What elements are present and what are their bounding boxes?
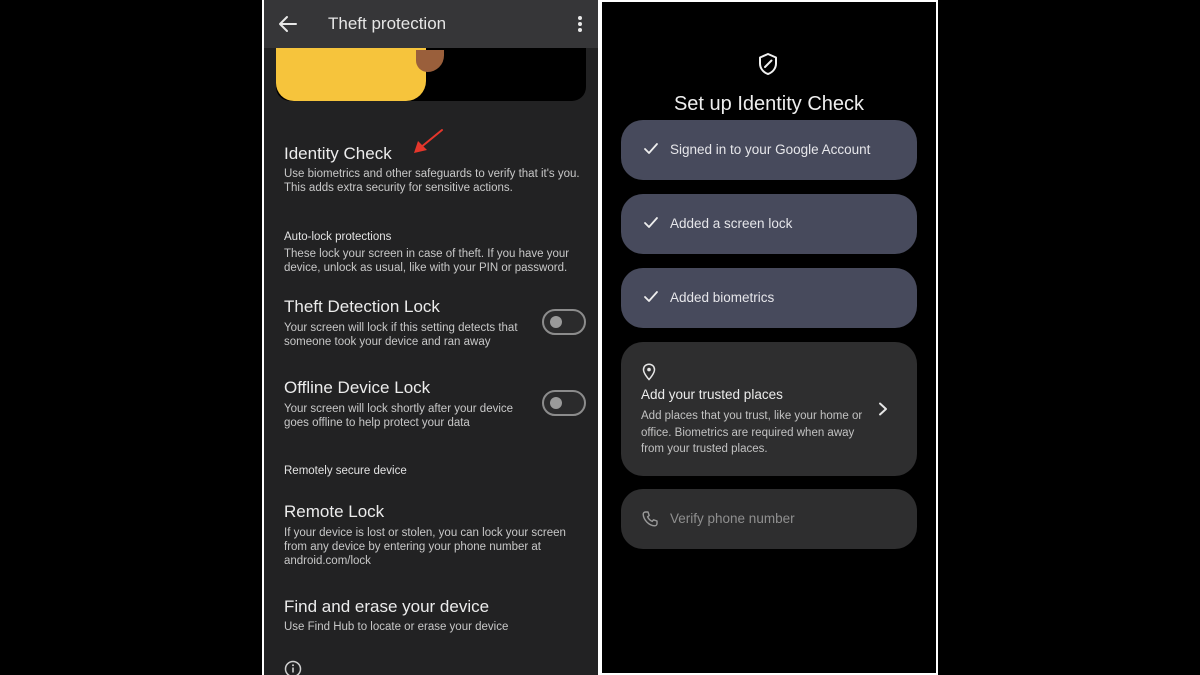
phone-icon bbox=[642, 511, 658, 527]
more-options-icon[interactable] bbox=[570, 12, 590, 36]
location-pin-icon bbox=[642, 363, 656, 381]
trusted-places-title: Add your trusted places bbox=[641, 387, 783, 402]
check-icon bbox=[644, 217, 658, 228]
shield-icon bbox=[759, 53, 777, 75]
remote-section-heading: Remotely secure device bbox=[284, 465, 407, 477]
step-label: Signed in to your Google Account bbox=[670, 142, 871, 157]
annotation-arrow-icon bbox=[414, 129, 443, 153]
identity-check-desc-2: This adds extra security for sensitive a… bbox=[284, 182, 513, 194]
letterbox-left bbox=[0, 0, 262, 675]
remote-lock-desc-3: android.com/lock bbox=[284, 555, 371, 567]
step-screen-lock[interactable]: Added a screen lock bbox=[621, 194, 917, 254]
find-erase-desc: Use Find Hub to locate or erase your dev… bbox=[284, 621, 509, 633]
chevron-right-icon bbox=[879, 402, 887, 416]
trusted-places-card[interactable]: Add your trusted places Add places that … bbox=[621, 342, 917, 476]
offline-lock-title[interactable]: Offline Device Lock bbox=[284, 378, 430, 398]
verify-phone-step[interactable]: Verify phone number bbox=[621, 489, 917, 549]
check-icon bbox=[644, 291, 658, 302]
check-icon bbox=[644, 143, 658, 154]
trusted-places-desc: Add places that you trust, like your hom… bbox=[641, 410, 863, 455]
remote-lock-desc-1: If your device is lost or stolen, you ca… bbox=[284, 527, 566, 539]
identity-check-setup-screen: Set up Identity Check Signed in to your … bbox=[602, 2, 936, 673]
info-icon bbox=[284, 660, 302, 675]
hero-brown-shape bbox=[416, 50, 444, 72]
theft-protection-screen: Theft protection Identity Check Use biom… bbox=[264, 0, 598, 675]
theft-detection-toggle[interactable] bbox=[542, 309, 586, 335]
theft-detection-desc-2: someone took your device and ran away bbox=[284, 336, 491, 348]
toggle-knob bbox=[550, 397, 562, 409]
identity-check-title[interactable]: Identity Check bbox=[284, 144, 392, 164]
autolock-desc-2: device, unlock as usual, like with your … bbox=[284, 262, 568, 274]
step-biometrics[interactable]: Added biometrics bbox=[621, 268, 917, 328]
offline-lock-desc-2: goes offline to help protect your data bbox=[284, 417, 470, 429]
identity-check-desc-1: Use biometrics and other safeguards to v… bbox=[284, 168, 580, 180]
step-signed-in[interactable]: Signed in to your Google Account bbox=[621, 120, 917, 180]
verify-phone-label: Verify phone number bbox=[670, 511, 795, 526]
back-arrow-icon[interactable] bbox=[276, 12, 300, 36]
remote-lock-desc-2: from any device by entering your phone n… bbox=[284, 541, 541, 553]
offline-lock-toggle[interactable] bbox=[542, 390, 586, 416]
find-erase-title[interactable]: Find and erase your device bbox=[284, 597, 489, 617]
setup-title: Set up Identity Check bbox=[673, 93, 865, 115]
autolock-heading: Auto-lock protections bbox=[284, 231, 392, 243]
offline-lock-desc-1: Your screen will lock shortly after your… bbox=[284, 403, 514, 415]
remote-lock-title[interactable]: Remote Lock bbox=[284, 502, 384, 522]
autolock-desc-1: These lock your screen in case of theft.… bbox=[284, 248, 570, 260]
toggle-knob bbox=[550, 316, 562, 328]
page-title: Theft protection bbox=[328, 14, 447, 33]
step-label: Added biometrics bbox=[670, 290, 775, 305]
step-label: Added a screen lock bbox=[670, 216, 793, 231]
theft-detection-title[interactable]: Theft Detection Lock bbox=[284, 297, 440, 317]
app-bar: Theft protection bbox=[264, 0, 598, 48]
letterbox-right bbox=[938, 0, 1200, 675]
theft-detection-desc-1: Your screen will lock if this setting de… bbox=[284, 322, 518, 334]
